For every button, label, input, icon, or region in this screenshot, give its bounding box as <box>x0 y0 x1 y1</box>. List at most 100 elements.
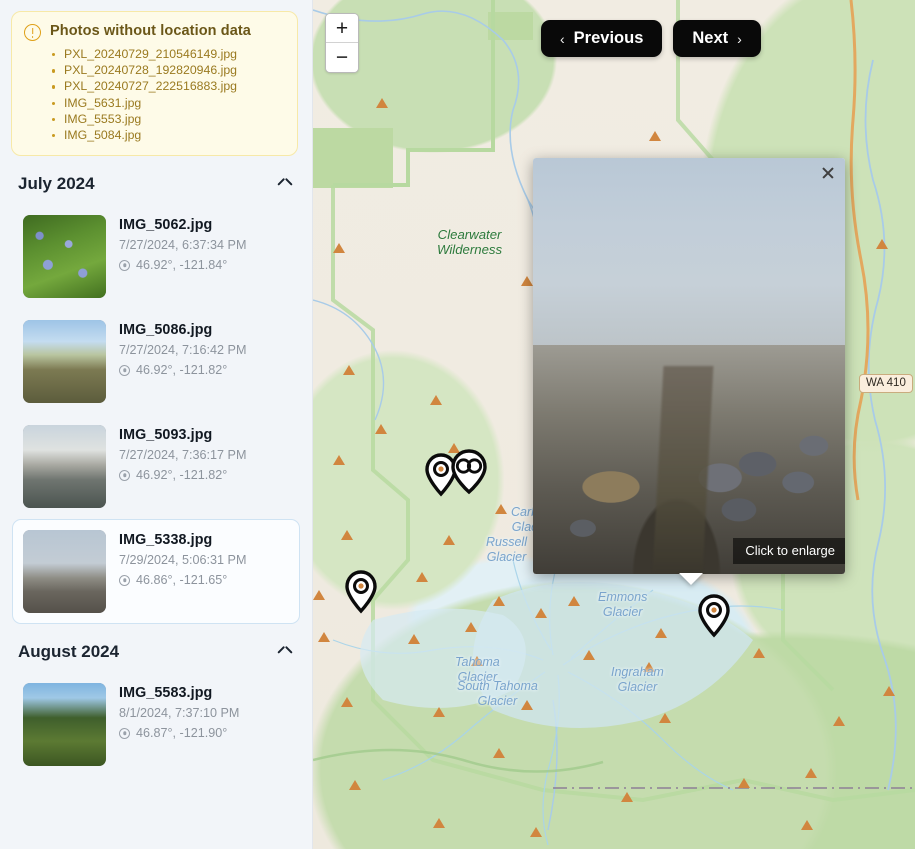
campsite-icon <box>318 632 330 642</box>
chevron-up-icon[interactable] <box>278 648 292 657</box>
photo-meta: IMG_5062.jpg 7/27/2024, 6:37:34 PM 46.92… <box>119 215 246 272</box>
list-item: PXL_20240727_222516883.jpg <box>50 78 285 94</box>
list-item[interactable]: IMG_5062.jpg 7/27/2024, 6:37:34 PM 46.92… <box>12 204 300 309</box>
campsite-icon <box>521 700 533 710</box>
campsite-icon <box>530 827 542 837</box>
campsite-icon <box>495 504 507 514</box>
alert-circle-icon <box>24 24 41 41</box>
campsite-icon <box>343 365 355 375</box>
group-header-august[interactable]: August 2024 <box>0 624 312 672</box>
photo-thumbnail[interactable] <box>23 530 106 614</box>
campsite-icon <box>643 662 655 672</box>
campsite-icon <box>313 590 325 600</box>
campsite-icon <box>583 650 595 660</box>
click-to-enlarge-caption[interactable]: Click to enlarge <box>733 538 845 564</box>
photo-timestamp: 8/1/2024, 7:37:10 PM <box>119 706 240 721</box>
map-zoom-control[interactable]: + − <box>325 13 359 73</box>
group-title: August 2024 <box>18 642 120 662</box>
photo-navigation-controls: ‹ Previous Next › <box>541 20 761 57</box>
photo-meta: IMG_5583.jpg 8/1/2024, 7:37:10 PM 46.87°… <box>119 683 239 740</box>
photo-filename: IMG_5062.jpg <box>119 217 213 234</box>
map-canvas[interactable]: Clearwater Wilderness Carbon Glacier Rus… <box>313 0 915 849</box>
campsite-icon <box>443 535 455 545</box>
location-pin-icon <box>119 364 130 376</box>
photo-thumbnail[interactable] <box>23 425 106 509</box>
campsite-icon <box>535 608 547 618</box>
location-pin-icon <box>119 574 130 586</box>
photo-meta: IMG_5086.jpg 7/27/2024, 7:16:42 PM 46.92… <box>119 320 246 377</box>
preview-photo[interactable] <box>533 158 845 574</box>
campsite-icon <box>465 622 477 632</box>
coordinates-text: 46.92°, -121.84° <box>136 258 228 273</box>
coordinates-text: 46.92°, -121.82° <box>136 363 228 378</box>
location-pin-icon <box>119 259 130 271</box>
photo-trail-region <box>652 366 714 574</box>
photo-coordinates: 46.92°, -121.82° <box>119 468 246 482</box>
map-marker-pin-selected[interactable] <box>697 594 730 638</box>
campsite-icon <box>659 713 671 723</box>
missing-location-warning-card: Photos without location data PXL_2024072… <box>11 11 298 157</box>
photo-filename: IMG_5093.jpg <box>119 427 213 444</box>
campsite-icon <box>376 98 388 108</box>
list-item: IMG_5553.jpg <box>50 111 285 127</box>
campsite-icon <box>649 131 661 141</box>
previous-button-label: Previous <box>573 29 644 47</box>
photo-preview-popup[interactable]: Click to enlarge <box>533 158 845 574</box>
campsite-icon <box>833 716 845 726</box>
campsite-icon <box>433 818 445 828</box>
highway-shield-wa410: WA 410 <box>859 374 913 393</box>
map-marker-cluster[interactable] <box>449 449 487 495</box>
campsite-icon <box>433 707 445 717</box>
photo-meta: IMG_5093.jpg 7/27/2024, 7:36:17 PM 46.92… <box>119 425 246 482</box>
coordinates-text: 46.87°, -121.90° <box>136 726 228 741</box>
next-button[interactable]: Next › <box>673 20 761 57</box>
zoom-in-button[interactable]: + <box>326 14 358 43</box>
photo-thumbnail[interactable] <box>23 320 106 404</box>
campsite-icon <box>341 530 353 540</box>
next-button-label: Next <box>692 29 729 47</box>
list-item[interactable]: IMG_5093.jpg 7/27/2024, 7:36:17 PM 46.92… <box>12 414 300 519</box>
close-icon[interactable] <box>818 163 838 183</box>
campsite-icon <box>430 395 442 405</box>
campsite-icon <box>471 656 483 666</box>
zoom-out-button[interactable]: − <box>326 43 358 72</box>
list-item[interactable]: IMG_5583.jpg 8/1/2024, 7:37:10 PM 46.87°… <box>12 672 300 777</box>
campsite-icon <box>801 820 813 830</box>
photo-coordinates: 46.87°, -121.90° <box>119 726 239 740</box>
group-title: July 2024 <box>18 174 95 194</box>
photo-coordinates: 46.92°, -121.82° <box>119 363 246 377</box>
coordinates-text: 46.86°, -121.65° <box>136 573 228 588</box>
photo-filename: IMG_5338.jpg <box>119 532 213 549</box>
campsite-icon <box>333 243 345 253</box>
photo-timestamp: 7/27/2024, 6:37:34 PM <box>119 238 247 253</box>
warning-title: Photos without location data <box>50 23 251 39</box>
list-item: IMG_5631.jpg <box>50 95 285 111</box>
photo-timestamp: 7/27/2024, 7:16:42 PM <box>119 343 247 358</box>
photo-thumbnail[interactable] <box>23 683 106 767</box>
campsite-icon <box>753 648 765 658</box>
list-item[interactable]: IMG_5086.jpg 7/27/2024, 7:16:42 PM 46.92… <box>12 309 300 414</box>
campsite-icon <box>521 276 533 286</box>
chevron-right-icon: › <box>737 30 742 47</box>
map-marker-pin[interactable] <box>344 570 377 614</box>
campsite-icon <box>805 768 817 778</box>
campsite-icon <box>375 424 387 434</box>
list-item-selected[interactable]: IMG_5338.jpg 7/29/2024, 5:06:31 PM 46.86… <box>12 519 300 625</box>
photo-thumbnail[interactable] <box>23 215 106 299</box>
photo-coordinates: 46.92°, -121.84° <box>119 258 246 272</box>
campsite-icon <box>341 697 353 707</box>
photo-coordinates: 46.86°, -121.65° <box>119 573 246 587</box>
campsite-icon <box>876 239 888 249</box>
campsite-icon <box>655 628 667 638</box>
chevron-up-icon[interactable] <box>278 180 292 189</box>
list-item: PXL_20240728_192820946.jpg <box>50 62 285 78</box>
coordinates-text: 46.92°, -121.82° <box>136 468 228 483</box>
campsite-icon <box>568 596 580 606</box>
campsite-icon <box>493 596 505 606</box>
campsite-icon <box>738 778 750 788</box>
group-header-july[interactable]: July 2024 <box>0 156 312 204</box>
location-pin-icon <box>119 727 130 739</box>
previous-button[interactable]: ‹ Previous <box>541 20 663 57</box>
photo-timestamp: 7/29/2024, 5:06:31 PM <box>119 553 247 568</box>
campsite-icon <box>416 572 428 582</box>
